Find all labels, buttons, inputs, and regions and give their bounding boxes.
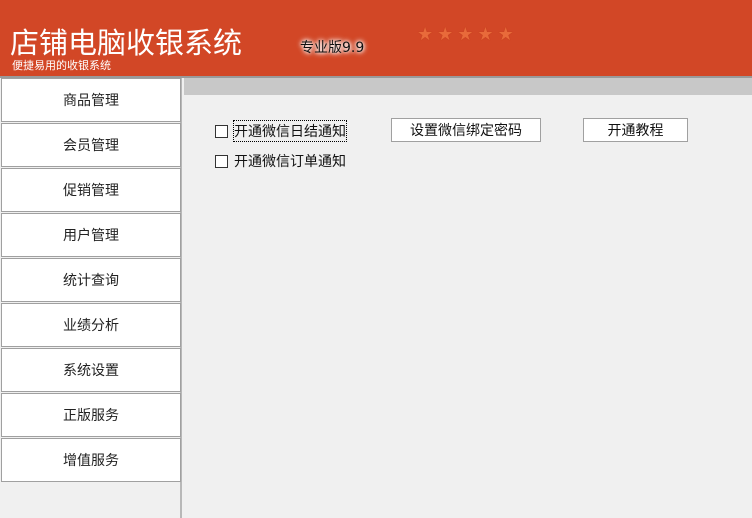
app-subtitle: 便捷易用的收银系统 [12,59,111,72]
daily-summary-notify-label: 开通微信日结通知 [233,120,347,142]
daily-summary-notify-checkbox[interactable] [215,124,228,138]
sidebar-item-product-management[interactable]: 商品管理 [1,78,181,122]
order-notify-label: 开通微信订单通知 [234,154,346,170]
sidebar-item-user-management[interactable]: 用户管理 [1,213,181,257]
content-top-bar [184,78,752,95]
app-title: 店铺电脑收银系统 [10,26,243,60]
sidebar-item-promotion-management[interactable]: 促销管理 [1,168,181,212]
star-icon: ★ [437,24,454,45]
order-notify-option[interactable]: 开通微信订单通知 [215,151,346,171]
tutorial-button[interactable]: 开通教程 [583,118,688,142]
sidebar-item-performance-analysis[interactable]: 业绩分析 [1,303,181,347]
order-notify-checkbox[interactable] [215,154,228,168]
star-icon: ★ [457,24,474,45]
star-icon: ★ [417,24,434,45]
main-content: 开通微信日结通知 开通微信订单通知 设置微信绑定密码 开通教程 [184,95,752,518]
edition-label: 专业版9.9 [300,40,365,56]
daily-summary-notify-option[interactable]: 开通微信日结通知 [215,120,347,142]
rating-stars: ★ ★ ★ ★ ★ [417,24,514,46]
sidebar: 商品管理 会员管理 促销管理 用户管理 统计查询 业绩分析 系统设置 正版服务 … [0,78,182,518]
sidebar-item-statistics-query[interactable]: 统计查询 [1,258,181,302]
set-wechat-password-button[interactable]: 设置微信绑定密码 [391,118,541,142]
sidebar-item-member-management[interactable]: 会员管理 [1,123,181,167]
sidebar-item-value-added-service[interactable]: 增值服务 [1,438,181,482]
star-icon: ★ [497,24,514,45]
star-icon: ★ [477,24,494,45]
sidebar-item-system-settings[interactable]: 系统设置 [1,348,181,392]
sidebar-item-licensed-service[interactable]: 正版服务 [1,393,181,437]
app-header: 店铺电脑收银系统 专业版9.9 便捷易用的收银系统 ★ ★ ★ ★ ★ [0,0,752,76]
